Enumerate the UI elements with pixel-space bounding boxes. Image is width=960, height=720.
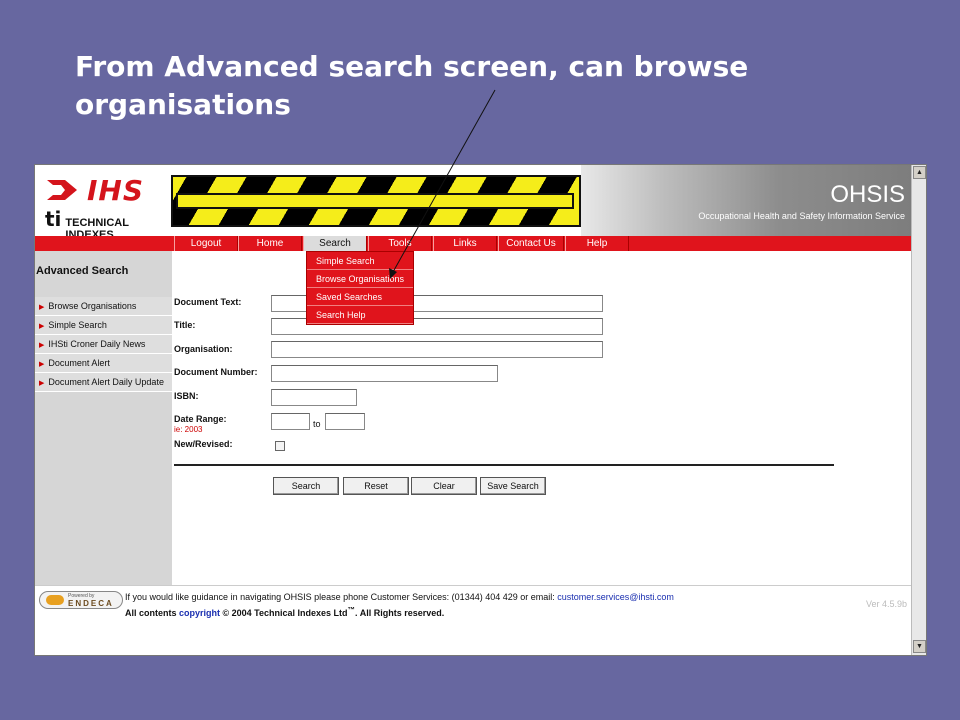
document-number-input[interactable] [272, 368, 497, 384]
date-to-label: to [313, 419, 321, 429]
organisation-label: Organisation: [174, 344, 233, 354]
banner-subtitle: Occupational Health and Safety Informati… [698, 211, 905, 221]
organisation-input[interactable] [272, 344, 602, 360]
nav-tab-help[interactable]: Help [565, 236, 629, 251]
scroll-down-icon[interactable]: ▼ [913, 640, 926, 653]
organisation-field[interactable] [271, 341, 603, 360]
logo-ihs-text: IHS [87, 173, 145, 207]
sidebar: Advanced Search ▶ Browse Organisations ▶ S… [35, 251, 172, 585]
nav-tab-tools[interactable]: Tools [368, 236, 432, 251]
slide-title: From Advanced search screen, can browse … [75, 50, 749, 121]
hazard-center-bar [176, 193, 574, 209]
customer-services-email-link[interactable]: customer.services@ihsti.com [557, 592, 674, 602]
guidance-text: If you would like guidance in navigating… [125, 592, 674, 602]
logo-ti-text: ti [45, 207, 62, 231]
date-to-field[interactable] [325, 413, 365, 432]
bullet-arrow-icon: ▶ [39, 323, 45, 330]
sidebar-item-simple-search[interactable]: ▶ Simple Search [35, 316, 172, 335]
browser-window: IHS ti TECHNICAL INDEXES OHSIS Occupatio… [34, 164, 927, 656]
sidebar-title: Advanced Search [36, 265, 129, 277]
banner-title: OHSIS [830, 181, 905, 208]
copyright-line: All contents copyright © 2004 Technical … [125, 605, 444, 618]
nav-tab-search[interactable]: Search [303, 236, 367, 251]
copyright-link[interactable]: copyright [179, 608, 220, 618]
menu-item-saved-searches[interactable]: Saved Searches [307, 288, 413, 306]
menu-item-search-help[interactable]: Search Help [307, 306, 413, 324]
document-number-label: Document Number: [174, 367, 258, 377]
sidebar-item-croner-daily-news[interactable]: ▶ IHSti Croner Daily News [35, 335, 172, 354]
date-range-label: Date Range: [174, 414, 227, 424]
sidebar-list: ▶ Browse Organisations ▶ Simple Search ▶ IH… [35, 297, 172, 392]
isbn-field[interactable] [271, 389, 357, 408]
guidance-message: If you would like guidance in navigating… [125, 592, 558, 602]
copyright-text: © 2004 Technical Indexes Ltd [220, 608, 348, 618]
form-divider [174, 464, 834, 466]
ihs-logo[interactable]: IHS ti TECHNICAL INDEXES [45, 173, 175, 242]
ihs-arrows-icon [47, 180, 77, 200]
isbn-label: ISBN: [174, 391, 199, 401]
new-revised-checkbox[interactable] [275, 441, 285, 451]
rights-text: . All Rights reserved. [355, 608, 445, 618]
menu-item-simple-search[interactable]: Simple Search [307, 252, 413, 270]
site-header: IHS ti TECHNICAL INDEXES OHSIS Occupatio… [35, 165, 911, 242]
search-button[interactable]: Search [273, 477, 339, 495]
powered-by-endeca-badge[interactable]: Powered by ENDECA [39, 591, 123, 609]
date-from-input[interactable] [272, 416, 309, 432]
bullet-arrow-icon: ▶ [39, 380, 45, 387]
trademark-symbol: ™ [347, 605, 356, 614]
bullet-arrow-icon: ▶ [39, 361, 45, 368]
sidebar-item-label: Simple Search [48, 320, 107, 330]
date-to-input[interactable] [326, 416, 364, 432]
menu-item-browse-organisations[interactable]: Browse Organisations [307, 270, 413, 288]
sidebar-item-document-alert[interactable]: ▶ Document Alert [35, 354, 172, 373]
scroll-up-icon[interactable]: ▲ [913, 166, 926, 179]
sidebar-item-document-alert-daily-update[interactable]: ▶ Document Alert Daily Update [35, 373, 172, 392]
nav-tab-contact-us[interactable]: Contact Us [498, 236, 564, 251]
advanced-search-form: Document Text: Title: Organisation: Docu… [172, 251, 911, 585]
nav-tab-logout[interactable]: Logout [174, 236, 238, 251]
new-revised-label: New/Revised: [174, 439, 233, 449]
document-number-field[interactable] [271, 365, 498, 384]
hazard-stripe-banner [171, 175, 581, 227]
isbn-input[interactable] [272, 392, 356, 408]
title-label: Title: [174, 320, 196, 330]
search-dropdown-menu: Simple Search Browse Organisations Saved… [306, 251, 414, 325]
nav-tab-links[interactable]: Links [433, 236, 497, 251]
main-nav: Logout Home Search Tools Links Contact U… [35, 236, 911, 251]
site-footer: Powered by ENDECA If you would like guid… [35, 585, 911, 655]
bullet-arrow-icon: ▶ [39, 304, 45, 311]
endeca-text: ENDECA [68, 599, 114, 608]
endeca-logo-icon [46, 595, 64, 605]
sidebar-item-browse-organisations[interactable]: ▶ Browse Organisations [35, 297, 172, 316]
all-contents-text: All contents [125, 608, 180, 618]
sidebar-item-label: IHSti Croner Daily News [48, 339, 146, 349]
date-range-hint: ie: 2003 [174, 425, 203, 434]
ohsis-banner: OHSIS Occupational Health and Safety Inf… [581, 165, 911, 236]
sidebar-item-label: Document Alert Daily Update [48, 377, 164, 387]
save-search-button[interactable]: Save Search [480, 477, 546, 495]
version-label: Ver 4.5.9b [865, 599, 907, 609]
bullet-arrow-icon: ▶ [39, 342, 45, 349]
vertical-scrollbar[interactable]: ▲ ▼ [911, 165, 926, 655]
date-from-field[interactable] [271, 413, 310, 432]
reset-button[interactable]: Reset [343, 477, 409, 495]
sidebar-item-label: Browse Organisations [48, 301, 137, 311]
sidebar-item-label: Document Alert [48, 358, 110, 368]
document-text-label: Document Text: [174, 297, 242, 307]
clear-button[interactable]: Clear [411, 477, 477, 495]
nav-tab-home[interactable]: Home [238, 236, 302, 251]
